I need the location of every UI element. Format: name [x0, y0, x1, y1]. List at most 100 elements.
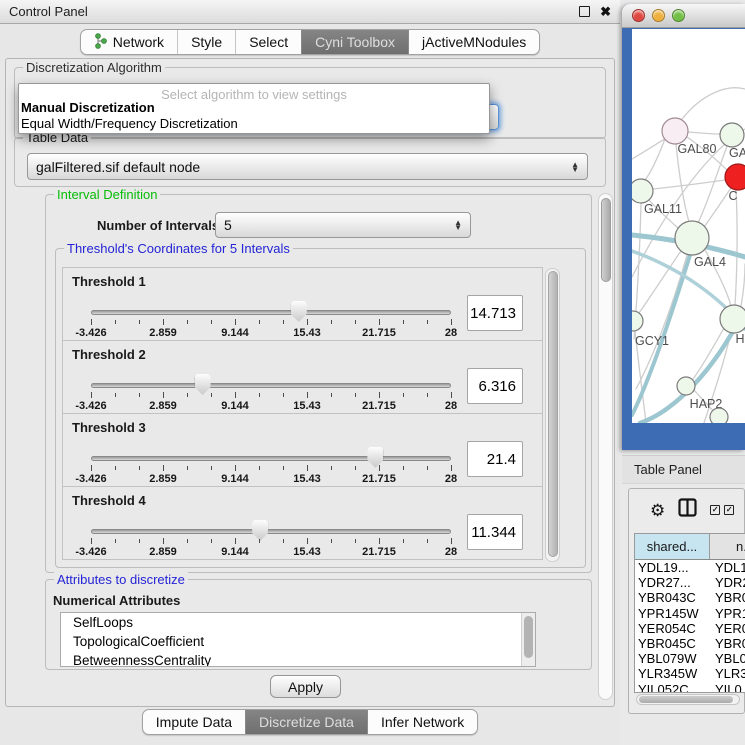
- algorithm-option-equal-width-frequency[interactable]: Equal Width/Frequency Discretization: [19, 116, 489, 132]
- attributes-list-scrollbar[interactable]: [521, 613, 535, 666]
- slider-tick: [187, 320, 188, 324]
- threshold-1-slider[interactable]: -3.4262.8599.14415.4321.71528: [91, 298, 451, 340]
- table-row[interactable]: YDL19...YDL1: [635, 560, 745, 575]
- slider-tick-labels: -3.4262.8599.14415.4321.71528: [91, 327, 451, 339]
- zoom-traffic-light-icon[interactable]: [672, 9, 685, 22]
- slider-tick: [163, 538, 164, 544]
- close-icon[interactable]: ✖: [600, 5, 611, 18]
- table-cell[interactable]: YBR043C: [635, 590, 710, 605]
- slider-tick: [403, 466, 404, 470]
- table-cell[interactable]: YIL0: [710, 682, 745, 693]
- table-row[interactable]: YLR345WYLR3: [635, 666, 745, 681]
- table-cell[interactable]: YDL1: [710, 560, 745, 575]
- number-of-intervals-combobox[interactable]: 5 ▲▼: [215, 212, 471, 238]
- table-cell[interactable]: YPR145W: [635, 606, 710, 621]
- apply-button[interactable]: Apply: [270, 675, 341, 698]
- table-row[interactable]: YDR27...YDR2: [635, 575, 745, 590]
- columns-icon[interactable]: [678, 498, 697, 522]
- threshold-4-slider[interactable]: -3.4262.8599.14415.4321.71528: [91, 517, 451, 559]
- network-node[interactable]: [720, 123, 744, 147]
- checkbox-icon[interactable]: ✓: [724, 505, 734, 515]
- threshold-3-value[interactable]: 21.4: [467, 441, 523, 477]
- minimize-traffic-light-icon[interactable]: [652, 9, 665, 22]
- slider-tick-label: 28: [445, 473, 457, 485]
- tab-network[interactable]: Network: [81, 30, 177, 54]
- slider-track[interactable]: [91, 456, 451, 461]
- tab-cyni-toolbox[interactable]: Cyni Toolbox: [301, 30, 408, 54]
- network-node[interactable]: [725, 164, 745, 190]
- list-item[interactable]: SelfLoops: [61, 613, 535, 632]
- table-cell[interactable]: YDR2: [710, 575, 745, 590]
- table-cell[interactable]: YBR0: [710, 590, 745, 605]
- threshold-2-slider[interactable]: -3.4262.8599.14415.4321.71528: [91, 371, 451, 413]
- network-node[interactable]: [677, 377, 695, 395]
- tab-select[interactable]: Select: [235, 30, 301, 54]
- gear-icon[interactable]: ⚙: [650, 502, 665, 519]
- network-node[interactable]: [710, 408, 728, 423]
- tab-discretize-data[interactable]: Discretize Data: [245, 710, 367, 734]
- network-view-window[interactable]: GAL80GACGAL11GAL4GCY1HHAP2: [622, 4, 745, 450]
- table-cell[interactable]: YDR27...: [635, 575, 710, 590]
- control-panel-titlebar[interactable]: Control Panel ✖: [0, 0, 620, 24]
- list-item[interactable]: BetweennessCentrality: [61, 651, 535, 667]
- threshold-3-slider[interactable]: -3.4262.8599.14415.4321.71528: [91, 444, 451, 486]
- table-cell[interactable]: YLR345W: [635, 666, 710, 681]
- network-node-label: GA: [729, 146, 745, 160]
- table-horizontal-scrollbar[interactable]: [636, 694, 740, 705]
- network-node[interactable]: [632, 179, 653, 203]
- table-cell[interactable]: YIL052C: [635, 682, 710, 693]
- threshold-4-value[interactable]: 11.344: [467, 514, 523, 550]
- algorithm-option-manual-discretization[interactable]: Manual Discretization: [19, 100, 489, 116]
- slider-track[interactable]: [91, 529, 451, 534]
- close-traffic-light-icon[interactable]: [632, 9, 645, 22]
- slider-track[interactable]: [91, 383, 451, 388]
- thresholds-scrollbar-thumb[interactable]: [548, 271, 558, 557]
- network-window-titlebar[interactable]: [622, 4, 745, 28]
- table-row[interactable]: YER054CYER0: [635, 621, 745, 636]
- checkbox-icon[interactable]: ✓: [710, 505, 720, 515]
- table-cell[interactable]: YBR0: [710, 636, 745, 651]
- content-scrollbar-thumb[interactable]: [601, 198, 611, 282]
- table-cell[interactable]: YPR1: [710, 606, 745, 621]
- table-row[interactable]: YIL052CYIL0: [635, 682, 745, 694]
- tab-style[interactable]: Style: [177, 30, 235, 54]
- thresholds-scrollbar[interactable]: [545, 268, 560, 562]
- table-cell[interactable]: YBL079W: [635, 651, 710, 666]
- content-scrollbar[interactable]: [598, 193, 613, 700]
- tab-impute-data[interactable]: Impute Data: [143, 710, 245, 734]
- table-panel-titlebar[interactable]: Table Panel: [622, 455, 745, 484]
- network-node[interactable]: [632, 311, 643, 331]
- table-data-group: Table Data galFiltered.sif default node …: [14, 137, 606, 187]
- table-row[interactable]: YBR043CYBR0: [635, 590, 745, 605]
- float-window-icon[interactable]: [579, 6, 590, 17]
- slider-tick-label: 15.43: [293, 473, 321, 485]
- attributes-list-scrollbar-thumb[interactable]: [524, 616, 533, 658]
- table-cell[interactable]: YBL0: [710, 651, 745, 666]
- slider-tick-label: -3.426: [75, 473, 106, 485]
- table-cell[interactable]: YER054C: [635, 621, 710, 636]
- table-cell[interactable]: YDL19...: [635, 560, 710, 575]
- network-node[interactable]: [720, 305, 745, 333]
- table-data-combobox[interactable]: galFiltered.sif default node ▲▼: [27, 153, 588, 180]
- column-header-shared-name[interactable]: shared...: [635, 534, 710, 559]
- network-canvas[interactable]: GAL80GACGAL11GAL4GCY1HHAP2: [632, 29, 745, 423]
- threshold-2-value[interactable]: 6.316: [467, 368, 523, 404]
- table-cell[interactable]: YLR3: [710, 666, 745, 681]
- numerical-attributes-list[interactable]: SelfLoops TopologicalCoefficient Between…: [60, 612, 536, 667]
- slider-track[interactable]: [91, 310, 451, 315]
- tab-infer-network[interactable]: Infer Network: [367, 710, 477, 734]
- network-node[interactable]: [662, 118, 688, 144]
- column-header-name[interactable]: n...: [710, 534, 745, 559]
- table-row[interactable]: YBR045CYBR0: [635, 636, 745, 651]
- network-node[interactable]: [675, 221, 709, 255]
- table-row[interactable]: YBL079WYBL0: [635, 651, 745, 666]
- table-cell[interactable]: YBR045C: [635, 636, 710, 651]
- table-row[interactable]: YPR145WYPR1: [635, 606, 745, 621]
- table-horizontal-scrollbar-thumb[interactable]: [639, 696, 733, 703]
- threshold-1-value[interactable]: 14.713: [467, 295, 523, 331]
- tab-jactivemnodules[interactable]: jActiveMNodules: [408, 30, 539, 54]
- list-item[interactable]: TopologicalCoefficient: [61, 632, 535, 651]
- slider-tick: [451, 392, 452, 398]
- table-cell[interactable]: YER0: [710, 621, 745, 636]
- slider-tick: [283, 539, 284, 543]
